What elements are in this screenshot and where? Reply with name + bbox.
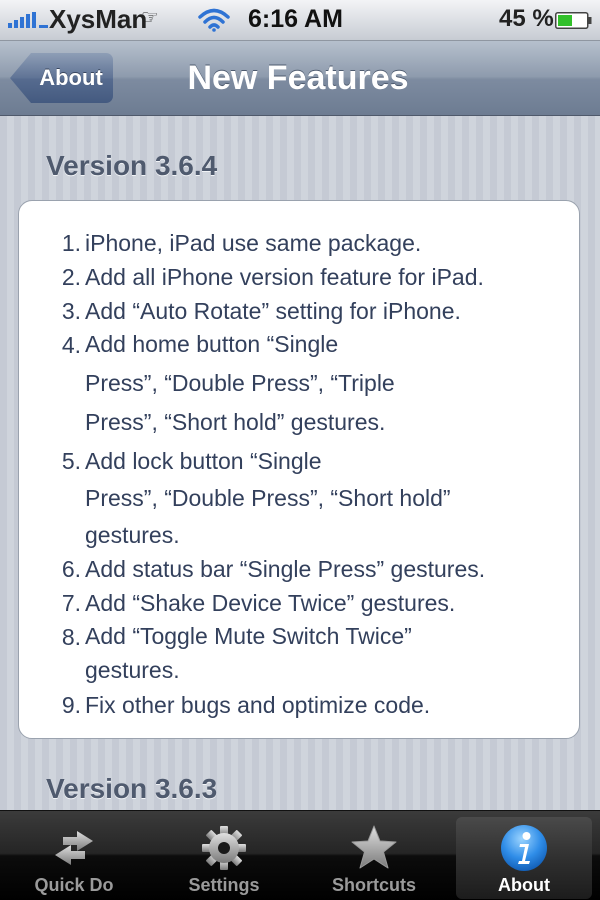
arrows-icon	[55, 831, 93, 865]
clock: 6:16 AM	[248, 5, 343, 33]
list-item-text: Add status bar “Single Press” gestures.	[85, 556, 486, 582]
star-icon	[351, 825, 397, 869]
signal-bars-icon	[8, 12, 48, 28]
tab-quick-do[interactable]: Quick Do	[0, 811, 148, 900]
list-item-number: 9.	[61, 692, 81, 718]
list-item-text: Add “Toggle Mute Switch Twice” gestures.	[85, 623, 412, 683]
back-button[interactable]: About	[10, 53, 113, 103]
page-title: New Features	[187, 59, 409, 97]
list-item-number: 4.	[61, 332, 81, 358]
list-item-text: Fix other bugs and optimize code.	[85, 692, 431, 718]
wifi-icon	[198, 8, 230, 32]
hand-pointer-icon: ☞	[141, 7, 159, 29]
list-item-text: Add lock button “Single Press”, “Double …	[85, 448, 451, 548]
status-bar: XysMan ☞ 6:16 AM 45 %	[0, 0, 600, 41]
battery-icon	[555, 12, 592, 29]
gear-icon	[202, 826, 246, 870]
tab-label: Quick Do	[34, 875, 114, 895]
battery-percent: 45 %	[499, 5, 554, 32]
list-item-text: iPhone, iPad use same package.	[85, 230, 422, 256]
tab-shortcuts[interactable]: Shortcuts	[300, 811, 448, 900]
list-item-number: 7.	[61, 590, 81, 616]
carrier-name: XysMan	[49, 4, 148, 34]
content-scroll-area[interactable]: Version 3.6.4 1. iPhone, iPad use same p…	[0, 116, 600, 810]
features-card: 1. iPhone, iPad use same package. 2. Add…	[18, 200, 580, 739]
list-item-number: 2.	[61, 264, 81, 290]
tab-settings[interactable]: Settings	[150, 811, 298, 900]
list-item-number: 6.	[61, 556, 81, 582]
list-item-text: Add “Shake Device Twice” gestures.	[85, 590, 456, 616]
list-item-number: 3.	[61, 298, 81, 324]
list-item-number: 1.	[61, 230, 81, 256]
list-item-number: 5.	[61, 448, 81, 474]
tab-label: Shortcuts	[331, 875, 416, 895]
tab-bar: Quick Do Settings Shortcuts About	[0, 810, 600, 900]
list-item-number: 8.	[61, 624, 81, 650]
list-item-text: Add “Auto Rotate” setting for iPhone.	[85, 298, 461, 324]
info-icon	[501, 825, 547, 871]
navigation-bar: About New Features	[0, 41, 600, 116]
version-heading: Version 3.6.4	[46, 150, 218, 181]
version-heading: Version 3.6.3	[46, 773, 218, 804]
tab-about[interactable]: About	[450, 811, 598, 900]
list-item-text: Add home button “Single Press”, “Double …	[85, 331, 395, 435]
back-button-label: About	[39, 65, 103, 90]
list-item-text: Add all iPhone version feature for iPad.	[85, 264, 484, 290]
tab-label: Settings	[188, 875, 260, 895]
tab-label: About	[498, 875, 550, 895]
